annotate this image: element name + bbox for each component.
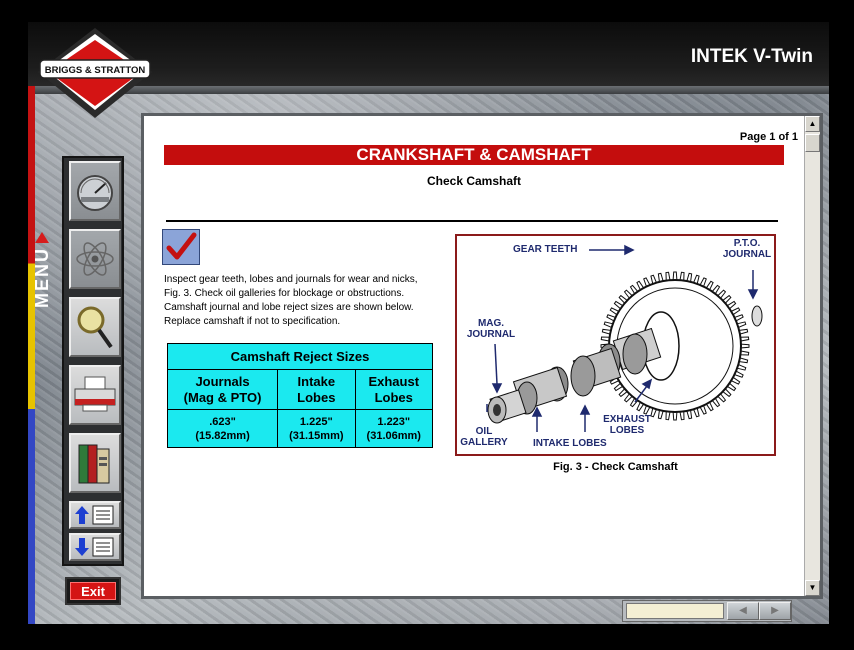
vertical-scrollbar[interactable]: ▲ ▼ [804, 116, 820, 596]
books-icon [78, 444, 110, 484]
menu-toggle[interactable]: MENU [29, 232, 55, 328]
atom-icon [76, 242, 114, 276]
document-viewer: Page 1 of 1 CRANKSHAFT & CAMSHAFT Check … [141, 113, 823, 599]
scroll-up-button[interactable]: ▲ [805, 116, 820, 132]
exit-button[interactable]: Exit [65, 577, 121, 605]
app-title: INTEK V-Twin [690, 46, 813, 67]
gear-tooth [740, 343, 750, 349]
exit-label: Exit [70, 582, 116, 600]
label-exhaust-lobes: EXHAUST LOBES [603, 414, 651, 436]
divider [166, 220, 778, 222]
page-nav-field[interactable] [626, 603, 724, 619]
page-up-icon [75, 505, 114, 525]
page-navigation-bar: ◀ ▶ [622, 600, 792, 622]
table-cell-intake: 1.225" (31.15mm) [277, 409, 356, 448]
label-mag-journal: MAG. JOURNAL [466, 318, 516, 340]
search-button[interactable] [69, 297, 121, 357]
checkmark-icon [162, 229, 200, 265]
document-page: Page 1 of 1 CRANKSHAFT & CAMSHAFT Check … [144, 116, 804, 596]
science-button[interactable] [69, 229, 121, 289]
table-title: Camshaft Reject Sizes [167, 343, 433, 370]
table-cell-exhaust: 1.223" (31.06mm) [354, 409, 434, 448]
page-down-button[interactable] [69, 533, 121, 561]
tool-panel [62, 156, 124, 566]
scroll-down-button[interactable]: ▼ [805, 580, 820, 596]
prev-page-button[interactable]: ◀ [727, 602, 759, 620]
instructions-text: Inspect gear teeth, lobes and journals f… [164, 274, 418, 327]
gear-tooth [672, 271, 678, 281]
books-button[interactable] [69, 433, 121, 493]
gauge-icon [77, 175, 113, 211]
label-intake-lobes: INTAKE LOBES [533, 438, 607, 449]
magnifier-icon [77, 306, 113, 349]
app-window: INTEK V-Twin BRIGGS & STRATTON MENU Exit… [28, 22, 829, 624]
briggs-stratton-logo: BRIGGS & STRATTON [38, 28, 152, 118]
label-pto-journal: P.T.O. JOURNAL [722, 238, 772, 260]
page-indicator: Page 1 of 1 [739, 131, 798, 143]
table-header-intake: Intake Lobes [277, 369, 356, 410]
menu-arrow-icon [35, 232, 49, 243]
next-page-button[interactable]: ▶ [759, 602, 791, 620]
printer-icon [74, 376, 116, 412]
print-button[interactable] [69, 365, 121, 425]
table-cell-journals: .623" (15.82mm) [166, 409, 279, 448]
camshaft-figure: GEAR TEETH P.T.O. JOURNAL MAG. JOURNAL OIL… [455, 234, 776, 456]
page-subtitle: Check Camshaft [426, 174, 522, 188]
menu-color-strip [28, 86, 35, 624]
figure-caption: Fig. 3 - Check Camshaft [553, 461, 678, 473]
table-header-journals: Journals (Mag & PTO) [166, 369, 279, 410]
gauge-button[interactable] [69, 161, 121, 221]
gear-tooth [672, 411, 678, 421]
label-gear-teeth: GEAR TEETH [513, 244, 578, 255]
label-oil-gallery: OIL GALLERY [460, 426, 508, 448]
menu-label: MENU [31, 247, 52, 308]
page-title: CRANKSHAFT & CAMSHAFT [164, 145, 784, 165]
svg-text:BRIGGS & STRATTON: BRIGGS & STRATTON [45, 65, 146, 76]
table-header-exhaust: Exhaust Lobes [354, 369, 434, 410]
scroll-thumb[interactable] [805, 134, 820, 152]
page-down-icon [75, 537, 114, 557]
reject-sizes-table: Camshaft Reject Sizes Journals (Mag & PTO… [166, 343, 434, 448]
page-up-button[interactable] [69, 501, 121, 529]
